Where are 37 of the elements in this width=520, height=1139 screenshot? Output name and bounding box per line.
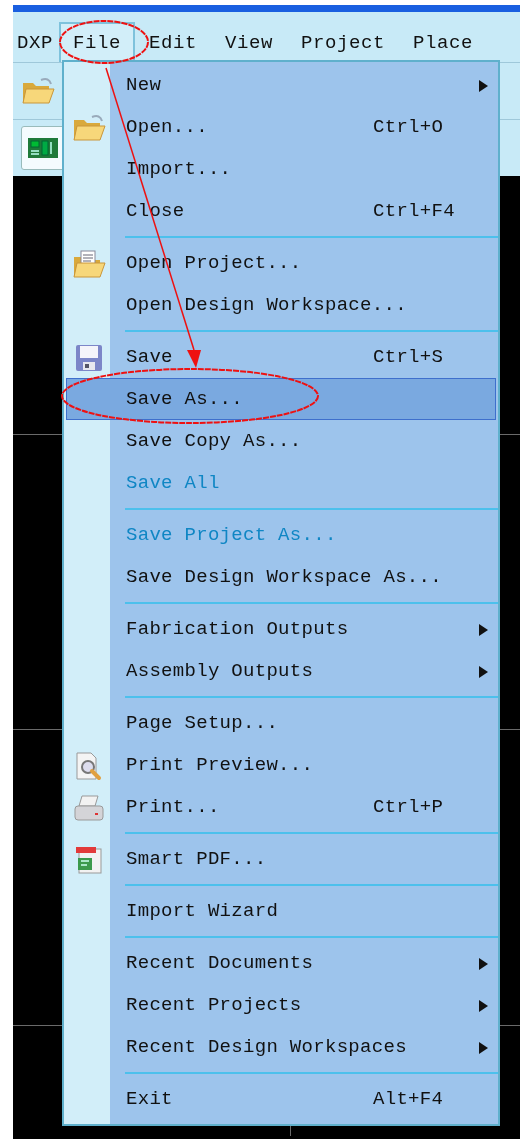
menu-item[interactable]: Save As... [66,378,496,420]
smart-pdf-icon [75,846,103,874]
menu-item[interactable]: Smart PDF... [66,838,496,880]
menu-item[interactable]: Import Wizard [66,890,496,932]
shortcut-label: Ctrl+F4 [373,200,455,222]
toolbar-button[interactable] [21,126,65,170]
menu-item[interactable]: Save Design Workspace As... [66,556,496,598]
menu-bar-item[interactable]: View [211,22,288,62]
menu-item[interactable]: New [66,64,496,106]
menu-item[interactable]: Open... Ctrl+O [66,106,496,148]
open-folder-icon [72,114,106,142]
printer-icon [73,794,105,822]
menu-item[interactable]: Recent Projects [66,984,496,1026]
menu-item[interactable]: Assembly Outputs [66,650,496,692]
shortcut-label: Alt+F4 [373,1088,444,1110]
menu-item[interactable]: Save Copy As... [66,420,496,462]
menu-item[interactable]: Open Design Workspace... [66,284,496,326]
menu-item[interactable]: Save Ctrl+S [66,336,496,378]
menu-bar-item[interactable]: Place [399,22,488,62]
menu-bar-item[interactable]: DXP [15,22,59,62]
menu-item[interactable]: Exit Alt+F4 [66,1078,496,1120]
shortcut-label: Ctrl+S [373,346,444,368]
open-project-icon [72,249,106,279]
print-preview-icon [74,751,104,781]
menu-item[interactable]: Print Preview... [66,744,496,786]
menu-bar-item[interactable]: File [59,22,136,62]
menu-item[interactable]: Recent Design Workspaces [66,1026,496,1068]
menu-item[interactable]: Page Setup... [66,702,496,744]
menu-item[interactable]: Print... Ctrl+P [66,786,496,828]
circuit-board-icon [27,136,59,160]
menu-item[interactable]: Recent Documents [66,942,496,984]
shortcut-label: Ctrl+O [373,116,444,138]
open-folder-icon [21,77,55,105]
menu-item[interactable]: Fabrication Outputs [66,608,496,650]
shortcut-label: Ctrl+P [373,796,444,818]
menu-bar-item[interactable]: Edit [135,22,212,62]
menu-bar-item[interactable]: Project [287,22,400,62]
